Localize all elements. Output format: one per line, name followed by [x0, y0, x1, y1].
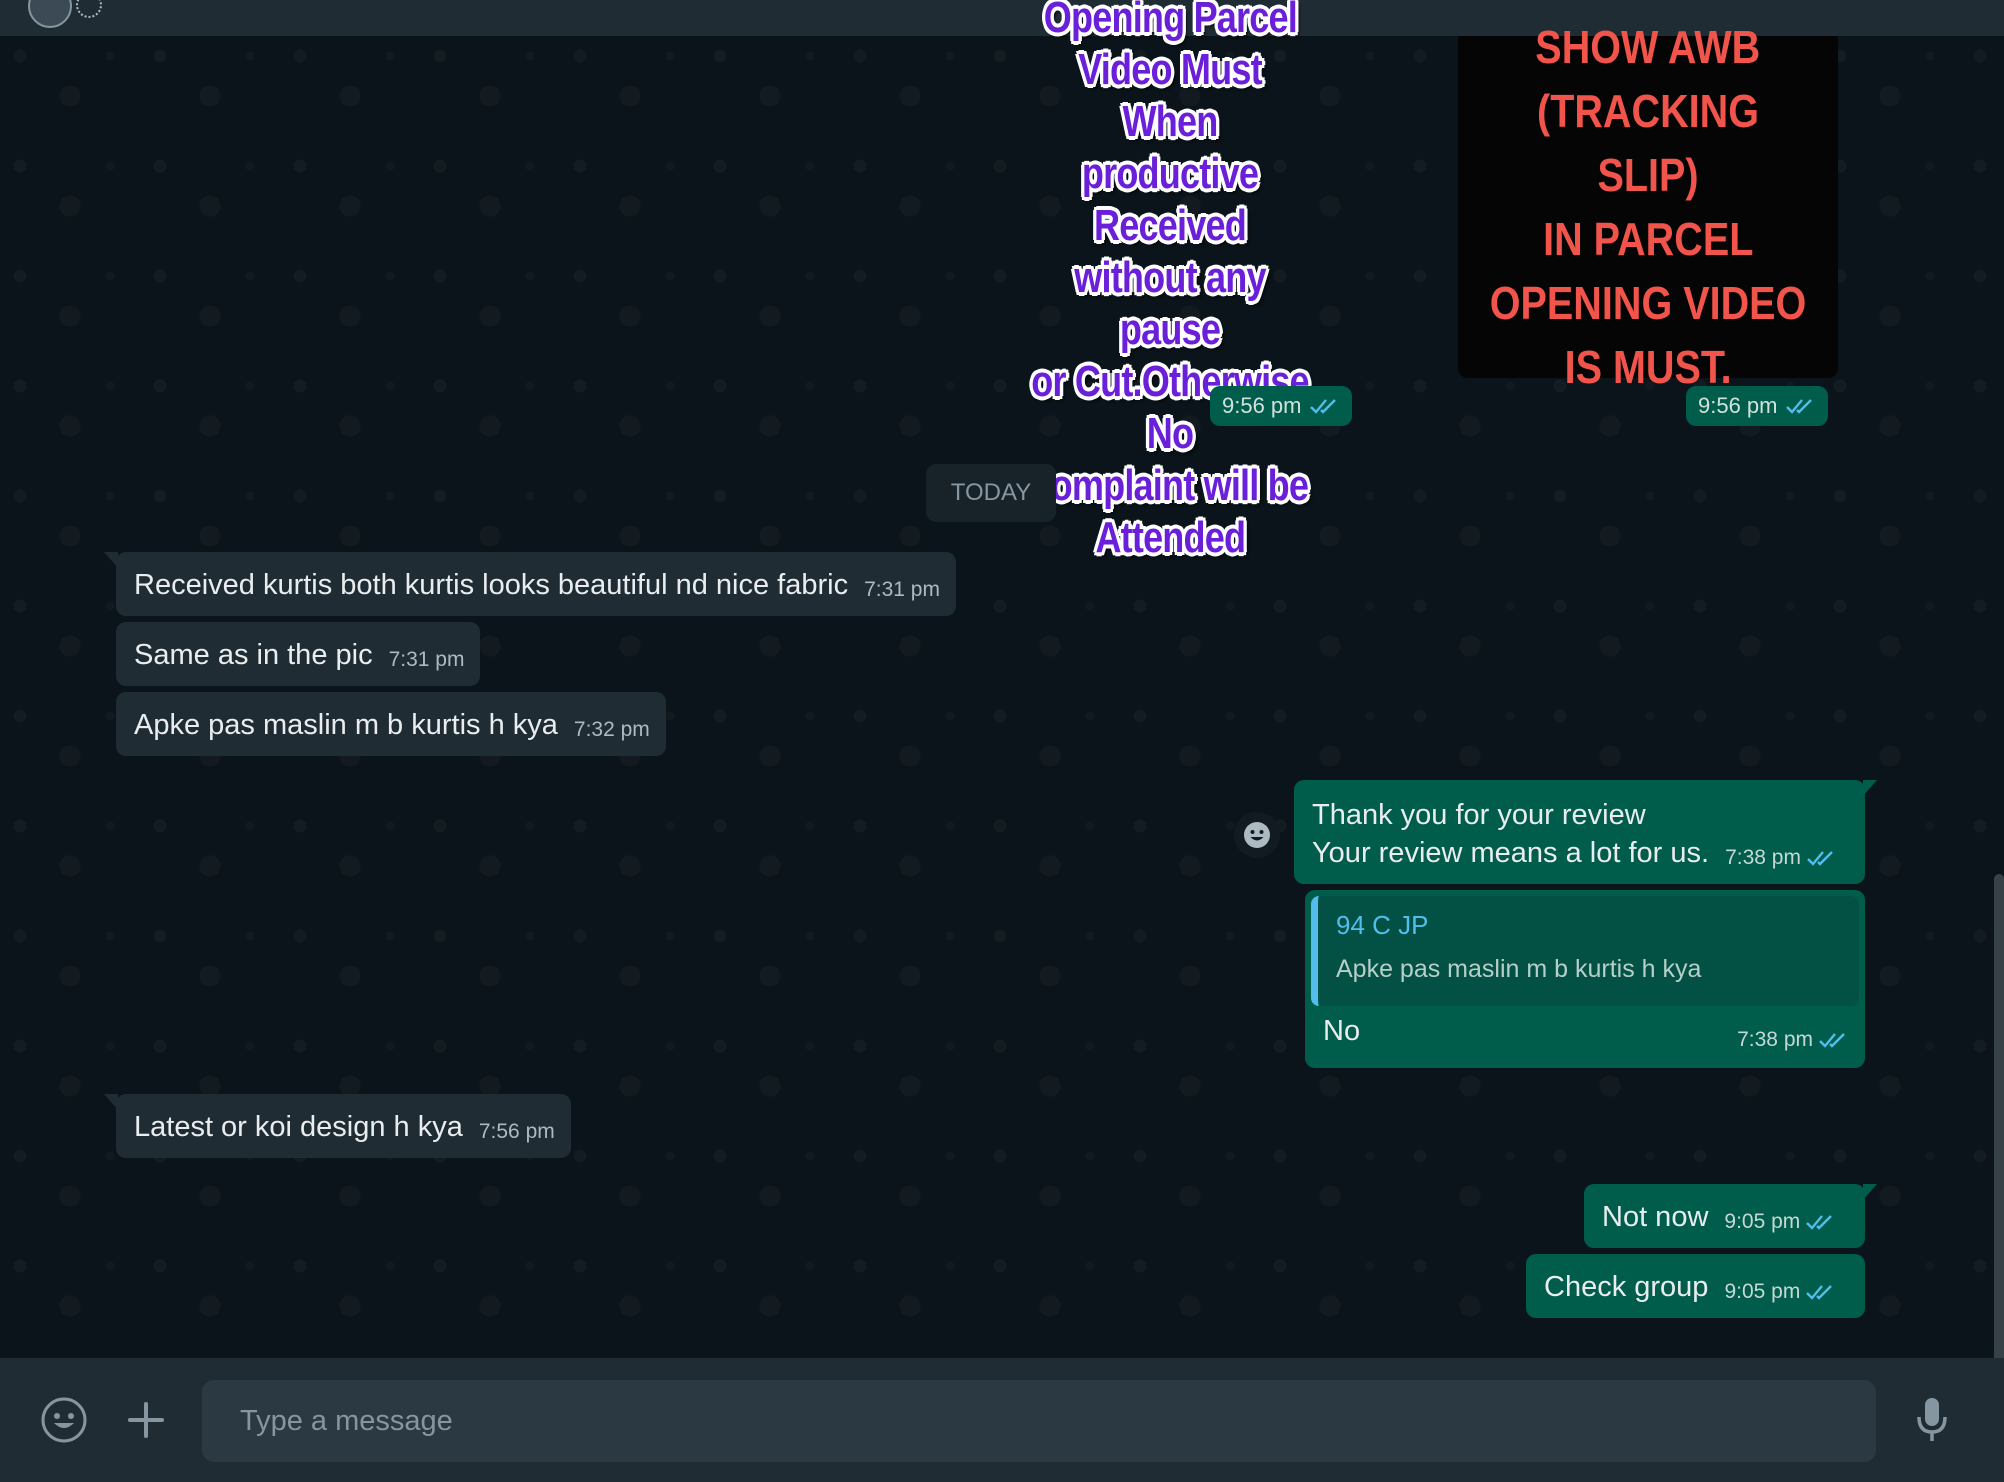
- message-time: 7:31 pm: [864, 578, 940, 601]
- voice-message-button[interactable]: [1906, 1394, 1958, 1446]
- message-meta: 9:05 pm: [1724, 1280, 1836, 1318]
- message-outgoing[interactable]: Check group 9:05 pm: [1526, 1254, 1865, 1318]
- mic-icon: [1917, 1398, 1947, 1441]
- message-time: 9:56 pm: [1698, 393, 1778, 418]
- quoted-sender: 94 C JP: [1336, 910, 1429, 940]
- message-outgoing-reply[interactable]: 94 C JP Apke pas maslin m b kurtis h kya…: [1305, 890, 1865, 1068]
- sticker-line: IN PARCEL: [1542, 213, 1754, 265]
- sticker-awb-slip[interactable]: SHOW AWB (TRACKING SLIP) IN PARCEL OPENI…: [1458, 21, 1838, 393]
- attach-button[interactable]: [120, 1394, 172, 1446]
- message-text: Received kurtis both kurtis looks beauti…: [134, 569, 849, 601]
- message-time: 7:38 pm: [1725, 846, 1801, 869]
- emoji-icon: [41, 1397, 87, 1443]
- sticker-timestamp: 9:56 pm: [1210, 386, 1352, 426]
- message-text: Not now: [1602, 1201, 1709, 1233]
- message-text: No: [1323, 1015, 1361, 1047]
- message-outgoing[interactable]: Thank you for your review Your review me…: [1294, 780, 1877, 884]
- message-incoming[interactable]: Latest or koi design h kya 7:56 pm: [104, 1094, 571, 1158]
- sticker-line: without any pause: [1074, 253, 1266, 354]
- reply-body: No 7:38 pm: [1323, 1010, 1849, 1060]
- sticker-line: (TRACKING SLIP): [1537, 85, 1759, 201]
- message-meta: 9:05 pm: [1724, 1210, 1836, 1248]
- message-text: Latest or koi design h kya: [134, 1111, 463, 1143]
- read-ticks-icon: [1785, 399, 1812, 414]
- quoted-message[interactable]: 94 C JP Apke pas maslin m b kurtis h kya: [1311, 896, 1859, 1006]
- sticker-line: Opening Parcel: [1043, 0, 1297, 42]
- read-ticks-icon: [1806, 1215, 1833, 1230]
- message-time: 7:56 pm: [478, 1120, 555, 1143]
- bubble-tail: [1863, 780, 1877, 796]
- message-time: 7:32 pm: [573, 718, 650, 741]
- status-icon[interactable]: [76, 0, 102, 18]
- sticker-line: Video Must When: [1078, 45, 1262, 146]
- smiley-icon: [1244, 822, 1270, 848]
- sticker-line: SHOW AWB: [1535, 21, 1761, 73]
- plus-icon: [128, 1402, 164, 1438]
- quoted-text: Apke pas maslin m b kurtis h kya: [1336, 955, 1702, 983]
- message-time: 9:05 pm: [1724, 1210, 1801, 1233]
- sticker-line: Attended: [1095, 513, 1246, 562]
- message-meta: 7:38 pm: [1737, 1028, 1849, 1060]
- message-meta: 7:56 pm: [479, 1120, 555, 1158]
- sticker-line: OPENING VIDEO: [1489, 277, 1807, 329]
- read-ticks-icon: [1309, 399, 1336, 414]
- sticker-line: complaint will be: [1031, 461, 1310, 510]
- message-text: Apke pas maslin m b kurtis h kya: [134, 709, 558, 741]
- message-composer: [0, 1358, 2004, 1482]
- read-ticks-icon: [1807, 851, 1833, 866]
- message-input-wrapper[interactable]: [202, 1380, 1876, 1462]
- message-meta: 7:32 pm: [574, 718, 650, 756]
- bubble-tail: [104, 1094, 118, 1110]
- sticker-parcel-video[interactable]: Opening Parcel Video Must When productiv…: [990, 0, 1350, 562]
- message-text: Check group: [1544, 1271, 1709, 1303]
- message-incoming[interactable]: Received kurtis both kurtis looks beauti…: [104, 552, 956, 616]
- emoji-button[interactable]: [38, 1394, 90, 1446]
- message-time: 9:05 pm: [1724, 1280, 1801, 1303]
- message-meta: 7:31 pm: [864, 578, 940, 616]
- message-outgoing[interactable]: Not now 9:05 pm: [1584, 1184, 1877, 1248]
- message-meta: 7:31 pm: [389, 648, 465, 686]
- chat-scrollbar[interactable]: [1994, 874, 2004, 1394]
- sticker-line: productive Received: [1081, 149, 1259, 250]
- message-meta: 7:38 pm: [1725, 846, 1837, 884]
- message-text: Same as in the pic: [134, 639, 373, 671]
- message-incoming[interactable]: Same as in the pic 7:31 pm: [116, 622, 481, 686]
- message-time: 7:38 pm: [1737, 1028, 1813, 1051]
- sticker-timestamp: 9:56 pm: [1686, 386, 1828, 426]
- read-ticks-icon: [1806, 1285, 1833, 1300]
- message-incoming[interactable]: Apke pas maslin m b kurtis h kya 7:32 pm: [116, 692, 666, 756]
- message-input[interactable]: [238, 1403, 1840, 1439]
- date-divider: TODAY: [926, 464, 1056, 522]
- bubble-tail: [1863, 1184, 1877, 1200]
- message-text: Thank you for your review Your review me…: [1312, 799, 1710, 869]
- bubble-tail: [104, 552, 118, 568]
- read-ticks-icon: [1819, 1033, 1845, 1048]
- emoji-reaction-button[interactable]: [1234, 812, 1280, 858]
- message-time: 9:56 pm: [1222, 393, 1302, 418]
- contact-avatar[interactable]: [28, 0, 72, 28]
- message-time: 7:31 pm: [388, 648, 465, 671]
